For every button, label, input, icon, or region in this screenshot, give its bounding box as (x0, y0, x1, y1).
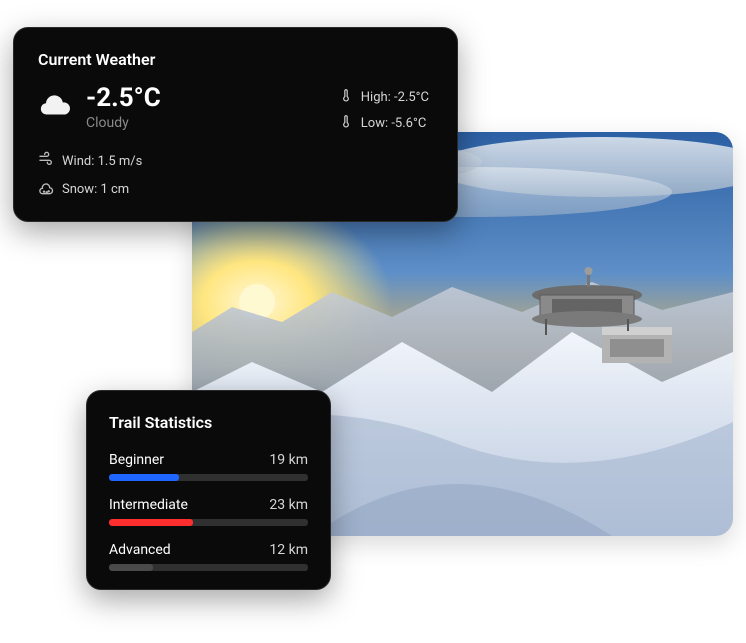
weather-high: High: -2.5°C (361, 90, 429, 105)
trail-bar-fill (109, 564, 153, 571)
trail-bar (109, 564, 308, 571)
cloud-icon (38, 89, 72, 127)
trail-distance: 19 km (269, 452, 308, 468)
trail-bar (109, 474, 308, 481)
weather-card: Current Weather -2.5°C Cloudy High: -2.5… (13, 27, 458, 222)
trail-row: Advanced 12 km (109, 542, 308, 571)
weather-low: Low: -5.6°C (361, 116, 427, 131)
trail-stats-title: Trail Statistics (109, 413, 308, 432)
weather-title: Current Weather (38, 50, 433, 69)
trail-row: Intermediate 23 km (109, 497, 308, 526)
trail-label: Beginner (109, 452, 164, 468)
trail-row: Beginner 19 km (109, 452, 308, 481)
trail-label: Advanced (109, 542, 171, 558)
snow-icon (38, 179, 54, 199)
weather-condition: Cloudy (86, 115, 161, 131)
trail-stats-card: Trail Statistics Beginner 19 km Intermedia… (86, 390, 331, 590)
trail-distance: 23 km (269, 497, 308, 513)
wind-icon (38, 151, 54, 171)
weather-wind: Wind: 1.5 m/s (62, 154, 142, 169)
thermometer-icon (339, 88, 353, 106)
trail-label: Intermediate (109, 497, 188, 513)
trail-bar-fill (109, 519, 193, 526)
thermometer-icon (339, 114, 353, 132)
trail-bar-fill (109, 474, 179, 481)
trail-distance: 12 km (269, 542, 308, 558)
weather-temperature: -2.5°C (86, 85, 161, 111)
weather-snow: Snow: 1 cm (62, 182, 129, 197)
trail-bar (109, 519, 308, 526)
